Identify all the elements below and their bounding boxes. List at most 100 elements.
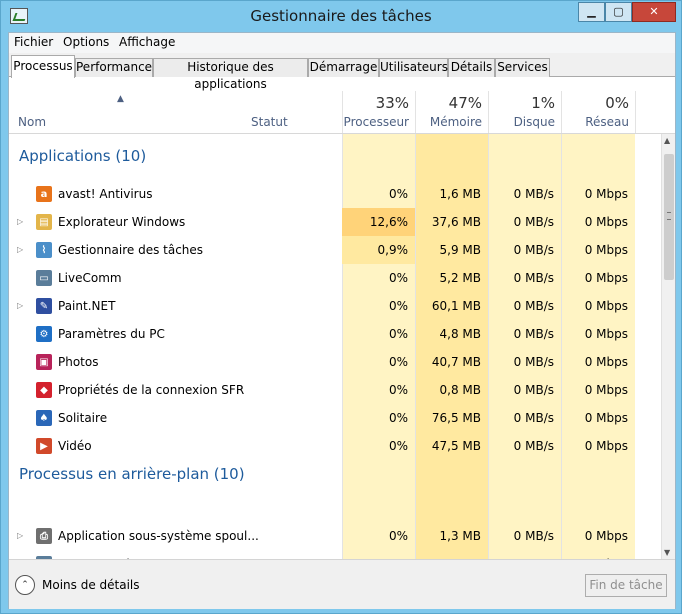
- tab-performance[interactable]: Performance: [75, 58, 153, 77]
- process-net-value: 0 Mbps: [584, 411, 628, 425]
- group-header-background[interactable]: Processus en arrière-plan (10): [9, 460, 661, 488]
- process-cpu-value: 0%: [388, 439, 408, 453]
- process-name: Paint.NET: [58, 299, 116, 313]
- minimize-button[interactable]: ▁: [578, 2, 605, 22]
- column-status[interactable]: Statut: [242, 91, 342, 133]
- end-task-button[interactable]: Fin de tâche: [585, 574, 667, 597]
- printer-icon: ⎙: [36, 528, 52, 544]
- expand-chevron-icon[interactable]: ▷: [17, 531, 23, 540]
- process-cpu-value: 0%: [388, 187, 408, 201]
- process-mem-value: 4,8 MB: [439, 327, 481, 341]
- process-name: Photos: [58, 355, 99, 369]
- process-disk-value: 0 MB/s: [513, 215, 554, 229]
- process-row[interactable]: ▶ Vidéo 0% 47,5 MB 0 MB/s 0 Mbps: [9, 432, 661, 460]
- paint-icon: ✎: [36, 298, 52, 314]
- column-network[interactable]: 0% Réseau: [561, 91, 635, 133]
- process-net-value: 0 Mbps: [584, 383, 628, 397]
- memory-total: 47%: [448, 94, 482, 112]
- column-cpu[interactable]: 33% Processeur: [342, 91, 415, 133]
- process-row[interactable]: a avast! Antivirus 0% 1,6 MB 0 MB/s 0 Mbps: [9, 180, 661, 208]
- task-manager-icon: ⌇: [36, 242, 52, 258]
- process-mem-value: 76,5 MB: [431, 411, 481, 425]
- tab-details[interactable]: Détails: [448, 58, 495, 77]
- process-cpu-value: 12,6%: [342, 208, 415, 236]
- task-manager-window: Gestionnaire des tâches ▁ ▢ ✕ Fichier Op…: [0, 0, 682, 614]
- process-row[interactable]: ▭ LiveComm 0% 5,2 MB 0 MB/s 0 Mbps: [9, 264, 661, 292]
- column-name[interactable]: ▲ Nom: [9, 91, 242, 133]
- scroll-down-icon[interactable]: ▼: [664, 548, 670, 557]
- client-area: Fichier Options Affichage Processus Perf…: [8, 32, 676, 609]
- tab-services[interactable]: Services: [495, 58, 550, 77]
- process-row[interactable]: ▷ ▤ Explorateur Windows 12,6% 37,6 MB 0 MB/s 0…: [9, 208, 661, 236]
- process-net-value: 0 Mbps: [584, 187, 628, 201]
- process-mem-value: 60,1 MB: [431, 299, 481, 313]
- column-memory[interactable]: 47% Mémoire: [415, 91, 488, 133]
- process-mem-value: 5,9 MB: [439, 243, 481, 257]
- process-cpu-value: 0%: [388, 271, 408, 285]
- grip-icon: [667, 212, 671, 220]
- process-name: Application sous-système spoul...: [58, 529, 259, 543]
- tab-demarrage[interactable]: Démarrage: [308, 58, 379, 77]
- process-name: LiveComm: [58, 271, 122, 285]
- menu-bar: Fichier Options Affichage: [9, 33, 675, 53]
- process-row[interactable]: ▣ Photos 0% 40,7 MB 0 MB/s 0 Mbps: [9, 348, 661, 376]
- process-cpu-value: 0%: [388, 411, 408, 425]
- process-mem-value: 1,1 MB: [415, 550, 488, 559]
- process-net-value: 0 Mbps: [584, 439, 628, 453]
- expand-chevron-icon[interactable]: ▷: [17, 301, 23, 310]
- column-disk[interactable]: 1% Disque: [488, 91, 561, 133]
- scroll-up-icon[interactable]: ▲: [664, 136, 670, 145]
- process-row[interactable]: ⚙ Paramètres du PC 0% 4,8 MB 0 MB/s 0 Mbps: [9, 320, 661, 348]
- cards-icon: ♠: [36, 410, 52, 426]
- process-cpu-value: 0%: [388, 383, 408, 397]
- tab-strip: Processus Performance Historique des app…: [9, 53, 675, 91]
- expand-chevron-icon[interactable]: ▷: [17, 217, 23, 226]
- process-cpu-value: 0%: [388, 299, 408, 313]
- process-row[interactable]: ◆ Propriétés de la connexion SFR 0% 0,8 MB 0…: [9, 376, 661, 404]
- process-disk-value: 0 MB/s: [488, 550, 561, 559]
- close-button[interactable]: ✕: [632, 2, 676, 22]
- sort-up-icon: ▲: [117, 94, 124, 104]
- maximize-button[interactable]: ▢: [605, 2, 632, 22]
- process-list: Applications (10) Processus en arrière-p…: [9, 134, 661, 559]
- expand-chevron-icon[interactable]: ▷: [17, 245, 23, 254]
- column-cpu-label: Processeur: [343, 115, 409, 129]
- menu-fichier[interactable]: Fichier: [14, 35, 53, 49]
- gear-icon: ⚙: [36, 326, 52, 342]
- footer-bar: ⌃ Moins de détails Fin de tâche: [9, 559, 675, 609]
- process-net-value: 0 Mbps: [584, 529, 628, 543]
- video-icon: ▶: [36, 438, 52, 454]
- tab-historique[interactable]: Historique des applications: [153, 58, 308, 91]
- title-bar[interactable]: Gestionnaire des tâches ▁ ▢ ✕: [1, 1, 681, 33]
- scroll-thumb[interactable]: [664, 154, 674, 280]
- folder-icon: ▤: [36, 214, 52, 230]
- process-row[interactable]: ▷ ⎙ Application sous-système spoul... 0% 1,3…: [9, 522, 661, 550]
- process-disk-value: 0 MB/s: [513, 187, 554, 201]
- group-header-applications[interactable]: Applications (10): [9, 142, 661, 170]
- less-details-link[interactable]: Moins de détails: [42, 578, 140, 592]
- menu-options[interactable]: Options: [63, 35, 109, 49]
- tab-utilisateurs[interactable]: Utilisateurs: [379, 58, 448, 77]
- process-row[interactable]: ♠ Solitaire 0% 76,5 MB 0 MB/s 0 Mbps: [9, 404, 661, 432]
- group-title-background: Processus en arrière-plan (10): [19, 465, 245, 483]
- process-mem-value: 1,6 MB: [439, 187, 481, 201]
- process-disk-value: 0 MB/s: [513, 383, 554, 397]
- disk-total: 1%: [531, 94, 555, 112]
- process-row[interactable]: ▷ ✎ Paint.NET 0% 60,1 MB 0 MB/s 0 Mbps: [9, 292, 661, 320]
- process-net-value: 0 Mbps: [561, 550, 635, 559]
- connection-icon: ◆: [36, 382, 52, 398]
- process-mem-value: 1,3 MB: [439, 529, 481, 543]
- vertical-scrollbar[interactable]: ▲ ▼: [661, 134, 675, 559]
- column-status-label: Statut: [251, 115, 288, 129]
- process-disk-value: 0 MB/s: [513, 355, 554, 369]
- process-row[interactable]: ▷ ⌇ Gestionnaire des tâches 0,9% 5,9 MB 0 MB/…: [9, 236, 661, 264]
- collapse-chevron-icon[interactable]: ⌃: [15, 575, 35, 595]
- process-cpu-value: 0%: [342, 550, 415, 559]
- process-disk-value: 0 MB/s: [513, 327, 554, 341]
- tab-processus[interactable]: Processus: [11, 55, 75, 78]
- process-mem-value: 40,7 MB: [431, 355, 481, 369]
- process-name: Paramètres du PC: [58, 327, 165, 341]
- process-row[interactable]: ▷▭avast! Service0%1,1 MB0 MB/s0 Mbps: [9, 550, 661, 559]
- menu-affichage[interactable]: Affichage: [119, 35, 175, 49]
- column-header: ▲ Nom Statut 33% Processeur 47% Mémoire …: [9, 91, 675, 134]
